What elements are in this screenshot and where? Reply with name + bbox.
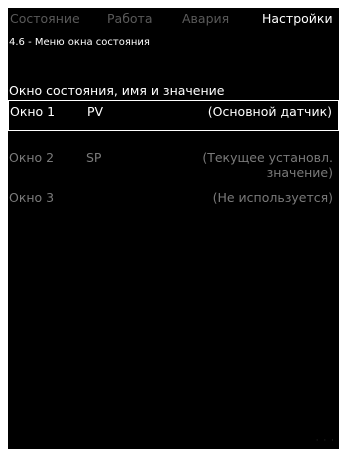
row-description-line: (Текущее установл. xyxy=(202,150,333,165)
list-item-window-2[interactable]: Окно 2 SP (Текущее установл. значение) xyxy=(8,147,339,181)
display-panel: Состояние Работа Авария Настройки 4.6 - … xyxy=(8,8,339,449)
row-code: PV xyxy=(87,104,104,119)
corner-decoration: · · · xyxy=(315,436,335,446)
row-name: Окно 3 xyxy=(9,190,55,205)
row-name: Окно 1 xyxy=(10,104,56,119)
row-description: (Основной датчик) xyxy=(208,104,332,119)
row-description-line: (Не используется) xyxy=(212,190,333,205)
row-description-line: (Основной датчик) xyxy=(207,104,332,119)
row-name: Окно 2 xyxy=(9,150,55,165)
tab-bar: Состояние Работа Авария Настройки xyxy=(8,8,339,30)
list-item-window-1[interactable]: Окно 1 PV (Основной датчик) xyxy=(8,100,339,131)
row-description: (Текущее установл. значение) xyxy=(202,150,333,180)
menu-subtitle: 4.6 - Меню окна состояния xyxy=(9,37,150,48)
tab-status[interactable]: Состояние xyxy=(10,11,80,27)
section-heading: Окно состояния, имя и значение xyxy=(9,83,225,98)
tab-settings[interactable]: Настройки xyxy=(262,11,333,27)
list-item-window-3[interactable]: Окно 3 (Не используется) xyxy=(8,187,339,207)
row-description-line: значение) xyxy=(266,165,333,180)
tab-operation[interactable]: Работа xyxy=(107,11,153,27)
row-description: (Не используется) xyxy=(213,190,333,205)
screen: Состояние Работа Авария Настройки 4.6 - … xyxy=(0,0,346,457)
tab-alarm[interactable]: Авария xyxy=(182,11,229,27)
row-code: SP xyxy=(86,150,102,165)
